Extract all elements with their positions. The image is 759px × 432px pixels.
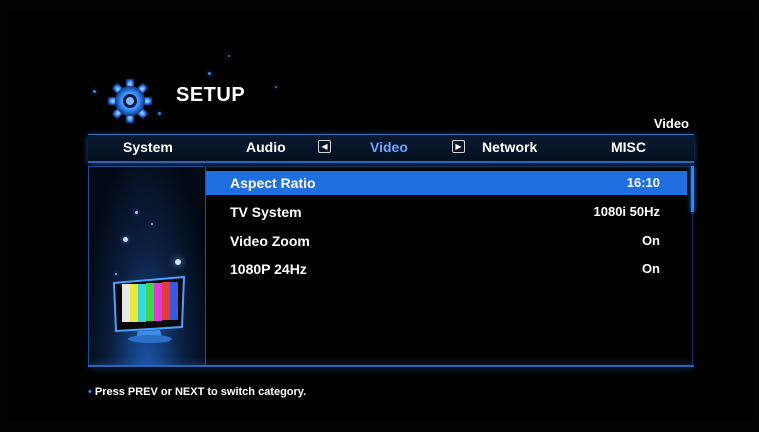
decor-dot xyxy=(208,72,211,75)
arrow-left-icon[interactable]: ◀ xyxy=(318,140,331,153)
footer-hint: • Press PREV or NEXT to switch category. xyxy=(88,386,306,398)
decor-dot xyxy=(93,90,96,93)
category-tab-bar: System Audio ◀ Video ▶ Network MISC xyxy=(88,134,694,163)
page-title: SETUP xyxy=(176,84,246,106)
decor-dot xyxy=(275,86,277,88)
decor-dot xyxy=(151,223,153,225)
decor-dot xyxy=(175,259,181,265)
arrow-right-icon[interactable]: ▶ xyxy=(452,140,465,153)
settings-list: Aspect Ratio 16:10 TV System 1080i 50Hz … xyxy=(204,166,693,365)
footer-hint-text: Press PREV or NEXT to switch category. xyxy=(94,386,307,398)
decor-dot xyxy=(228,55,230,57)
decor-dot xyxy=(135,211,138,214)
list-scrollbar[interactable] xyxy=(691,166,694,212)
setting-value: 1080i 50Hz xyxy=(593,204,661,219)
setting-label: TV System xyxy=(230,204,302,220)
setting-label: 1080P 24Hz xyxy=(230,261,307,277)
setting-label: Video Zoom xyxy=(230,233,310,249)
setting-label: Aspect Ratio xyxy=(230,175,316,191)
tab-network[interactable]: Network xyxy=(482,139,537,155)
decor-dot xyxy=(158,112,161,115)
decor-dot xyxy=(123,237,128,242)
setting-row-tv-system[interactable]: TV System 1080i 50Hz xyxy=(206,200,687,224)
setting-row-1080p-24hz[interactable]: 1080P 24Hz On xyxy=(206,257,687,281)
setting-row-aspect-ratio[interactable]: Aspect Ratio 16:10 xyxy=(206,171,687,195)
setting-value: On xyxy=(641,261,660,276)
setting-row-video-zoom[interactable]: Video Zoom On xyxy=(206,229,687,253)
tab-misc[interactable]: MISC xyxy=(611,139,646,155)
setting-value: 16:10 xyxy=(626,175,660,190)
current-category-label: Video xyxy=(653,116,689,131)
tab-system[interactable]: System xyxy=(123,139,173,155)
gear-icon xyxy=(100,72,160,130)
category-illustration-panel xyxy=(88,166,206,366)
tab-video[interactable]: Video xyxy=(370,139,408,155)
divider xyxy=(88,365,694,367)
tab-audio[interactable]: Audio xyxy=(246,139,286,155)
setting-value: On xyxy=(641,233,660,248)
bullet-icon: • xyxy=(88,386,92,398)
tv-icon xyxy=(110,275,190,350)
